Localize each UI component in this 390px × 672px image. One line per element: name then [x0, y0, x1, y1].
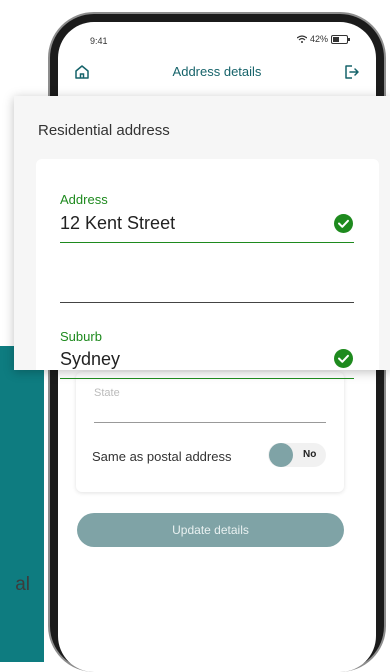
toggle-text: No	[303, 449, 317, 460]
battery-icon	[331, 34, 350, 44]
page-title: Address details	[172, 64, 262, 79]
address-line2-underline	[60, 302, 354, 303]
address-form-card-lower: State Same as postal address No	[76, 372, 344, 492]
teal-background-panel	[0, 346, 44, 662]
state-field-label[interactable]: State	[94, 387, 120, 399]
suburb-field-underline	[60, 378, 354, 379]
side-text-fragment: al	[15, 574, 30, 595]
toggle-knob	[269, 443, 293, 467]
address-field-label: Address	[60, 192, 108, 207]
same-as-postal-label: Same as postal address	[92, 449, 232, 464]
suburb-field-label: Suburb	[60, 329, 102, 344]
logout-icon[interactable]	[342, 63, 360, 81]
app-header: Address details	[58, 58, 376, 86]
update-details-button[interactable]: Update details	[77, 513, 344, 547]
same-as-postal-toggle[interactable]: No	[268, 443, 326, 467]
address-field[interactable]: 12 Kent Street	[60, 213, 175, 234]
battery-percent: 42%	[309, 34, 328, 44]
address-field-underline	[60, 242, 354, 243]
wifi-icon	[296, 35, 307, 43]
residential-address-overlay: Residential address Address 12 Kent Stre…	[14, 96, 390, 379]
suburb-field[interactable]: Sydney	[60, 349, 120, 370]
residential-address-form: Address 12 Kent Street Suburb Sydney	[36, 159, 379, 379]
status-bar: 9:41 42%	[58, 22, 376, 56]
check-circle-icon	[334, 349, 353, 368]
status-time: 9:41	[90, 36, 108, 46]
state-field-underline	[94, 422, 326, 423]
check-circle-icon	[334, 214, 353, 233]
status-indicators: 42%	[296, 34, 350, 44]
section-title: Residential address	[38, 122, 170, 139]
